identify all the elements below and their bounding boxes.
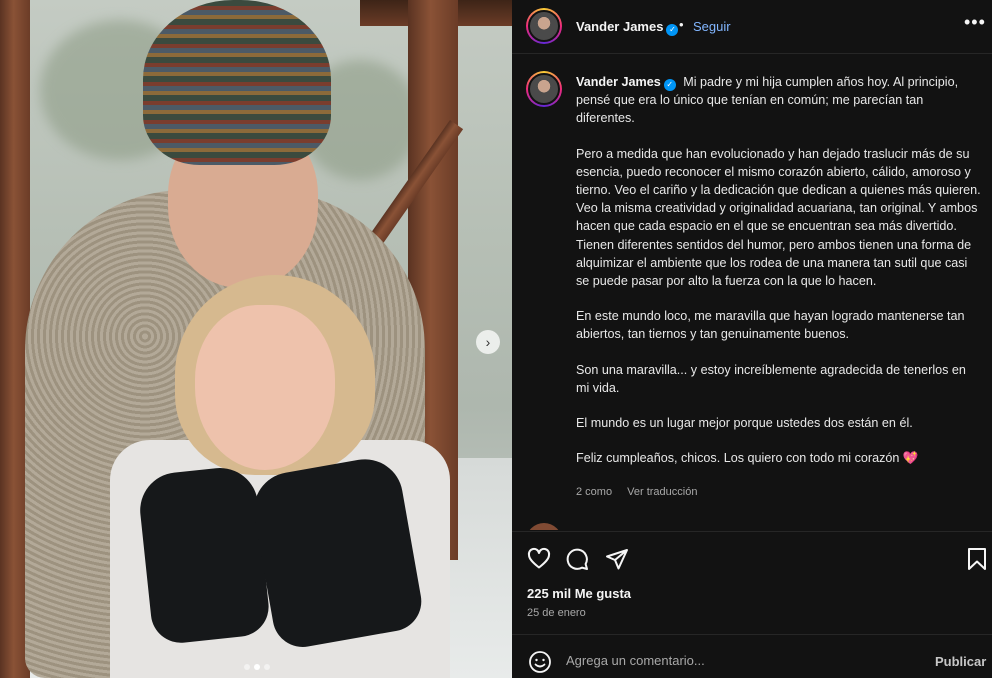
action-bar (512, 531, 992, 581)
emoji-icon[interactable] (528, 650, 552, 674)
caption-paragraph: Feliz cumpleaños, chicos. Los quiero con… (576, 451, 900, 466)
caption-time: 2 como (576, 486, 613, 498)
likes-count[interactable]: 225 mil Me gusta (527, 586, 631, 601)
comment-input[interactable] (566, 653, 906, 668)
caption-username-text[interactable]: Vander James (576, 75, 661, 89)
carousel-dot (264, 664, 270, 670)
post-date: 25 de enero (527, 607, 586, 619)
post-details-panel: Vander James ✓ • Seguir ••• Vander James ✓… (512, 0, 992, 678)
caption-paragraph: El mundo es un lugar mejor porque ustede… (576, 416, 913, 431)
caption-paragraph: En este mundo loco, me maravilla que hay… (576, 309, 965, 342)
more-options-icon[interactable]: ••• (964, 12, 986, 33)
share-icon[interactable] (605, 547, 629, 571)
publish-button[interactable]: Publicar (935, 654, 986, 669)
caption-meta: 2 como Ver traducción (576, 486, 709, 498)
caption-paragraph: Son una maravilla... y estoy increíbleme… (576, 362, 966, 395)
caption-area: Vander James ✓ Mi padre y mi hija cumplen… (512, 55, 992, 530)
sparkling-heart-emoji: 💖 (902, 451, 919, 466)
post-header: Vander James ✓ • Seguir ••• (512, 0, 992, 54)
bookmark-icon[interactable] (966, 547, 988, 571)
caption-avatar[interactable] (526, 71, 562, 107)
comment-icon[interactable] (565, 547, 589, 571)
caption-paragraph: Pero a medida que han evolucionado y han… (576, 146, 981, 289)
post-photo[interactable]: › (0, 0, 512, 678)
comment-avatar (526, 523, 562, 530)
username-text[interactable]: Vander James (576, 19, 663, 34)
glove-right (247, 453, 427, 652)
carousel-dot-active (254, 664, 260, 670)
carousel-dot (244, 664, 250, 670)
heart-icon[interactable] (527, 547, 551, 571)
carousel-dots (244, 664, 270, 670)
caption-text: Vander James ✓ Mi padre y mi hija cumplen… (576, 73, 982, 484)
next-comment-peek (526, 523, 826, 530)
separator-dot: • (679, 17, 684, 32)
knit-hat (143, 0, 331, 165)
verified-badge-icon: ✓ (663, 79, 676, 91)
girl-face (195, 305, 335, 470)
carousel-next-button[interactable]: › (476, 330, 500, 354)
follow-button[interactable]: Seguir (693, 19, 731, 34)
verified-badge-icon: ✓ (666, 24, 679, 36)
comment-bar: Publicar (512, 634, 992, 678)
header-username[interactable]: Vander James ✓ (576, 19, 679, 36)
translate-link[interactable]: Ver traducción (627, 486, 697, 498)
avatar[interactable] (526, 8, 562, 44)
glove-left (136, 464, 272, 646)
caption-username[interactable]: Vander James ✓ (576, 75, 676, 91)
